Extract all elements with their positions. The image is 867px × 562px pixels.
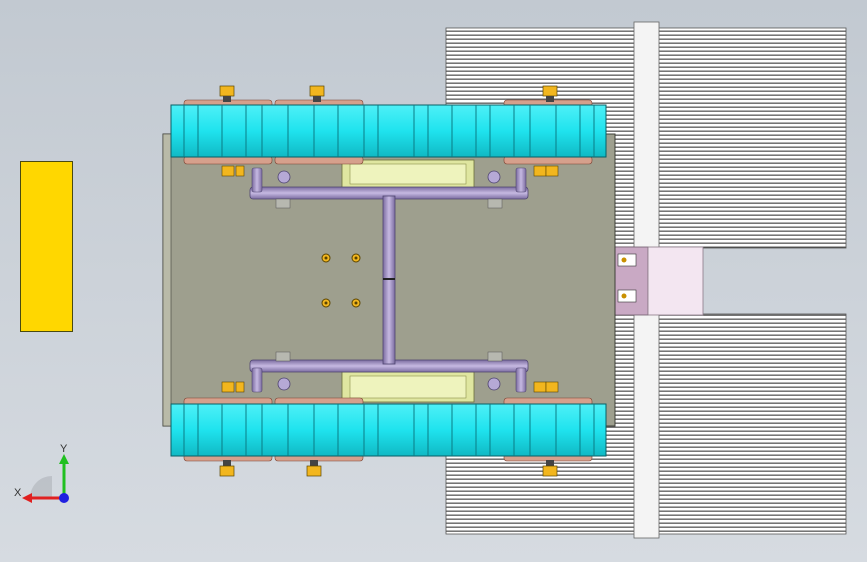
y-axis-label: Y (60, 443, 68, 455)
assembly-model[interactable] (0, 0, 867, 562)
z-axis-dot (59, 493, 69, 503)
coordinate-triad-icon: Y X (14, 443, 69, 503)
side-panel[interactable] (20, 161, 73, 332)
triad-plane-shade (30, 476, 52, 498)
connector-cap (647, 246, 704, 316)
connector-bolt (621, 293, 627, 299)
x-axis-label: X (14, 487, 22, 499)
connector-block[interactable] (611, 246, 704, 316)
connector-bolt (621, 257, 627, 263)
connector-pin-bottom (617, 289, 637, 303)
cad-viewport[interactable]: Y X (0, 0, 867, 562)
chassis-edge (162, 133, 172, 427)
connector-pin-top (617, 253, 637, 267)
x-axis-arrow (22, 493, 32, 503)
battery-pack-top[interactable] (341, 159, 475, 189)
battery-pack-bottom[interactable] (341, 371, 475, 403)
y-axis-arrow (59, 454, 69, 464)
